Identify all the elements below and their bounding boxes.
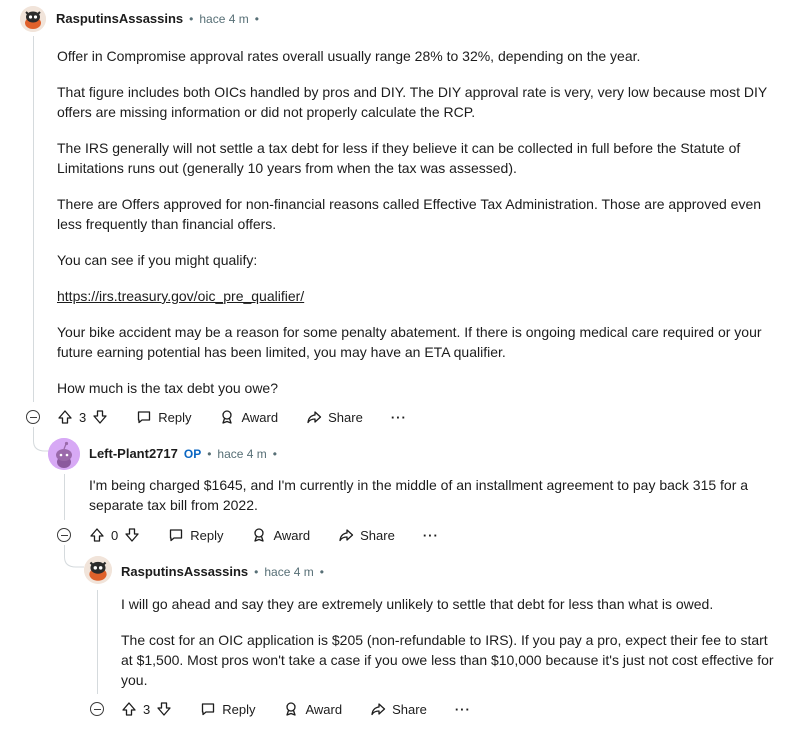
vote-count: 0 [111, 527, 119, 543]
downvote-button[interactable] [92, 409, 108, 425]
comment-paragraph: The IRS generally will not settle a tax … [57, 140, 741, 176]
comment-bubble-icon [202, 703, 215, 716]
reply-label: Reply [222, 701, 256, 717]
upvote-button[interactable] [89, 527, 105, 543]
comment-timestamp[interactable]: hace 4 m [217, 447, 266, 461]
comment-paragraph: You can see if you might qualify: [57, 252, 258, 268]
share-button[interactable]: Share [306, 409, 363, 425]
comment-body: I will go ahead and say they are extreme… [121, 594, 776, 690]
comment-author[interactable]: RasputinsAssassins [56, 11, 183, 26]
meta-separator: • [189, 11, 194, 26]
meta-separator: • [319, 564, 324, 579]
snoo-avatar-icon [48, 438, 80, 470]
downvote-icon [125, 528, 139, 542]
comment-author[interactable]: Left-Plant2717 [89, 446, 178, 461]
award-icon [286, 702, 297, 716]
thread-connector [64, 545, 84, 568]
downvote-icon [93, 410, 107, 424]
comment-actions: 3 Reply Award Share ··· [121, 699, 471, 719]
collapse-thread-button[interactable] [90, 702, 104, 716]
award-icon [222, 410, 233, 424]
award-button[interactable]: Award [283, 701, 342, 717]
comment-paragraph: How much is the tax debt you owe? [57, 380, 279, 396]
upvote-icon [58, 410, 72, 424]
snoo-avatar-icon [84, 556, 112, 584]
upvote-button[interactable] [121, 701, 137, 717]
meta-separator: • [207, 446, 212, 461]
comment-bubble-icon [138, 411, 151, 424]
share-button[interactable]: Share [370, 701, 427, 717]
award-button[interactable]: Award [219, 409, 278, 425]
comment-timestamp[interactable]: hace 4 m [199, 12, 248, 26]
share-label: Share [328, 409, 363, 425]
share-icon [307, 411, 322, 424]
reply-button[interactable]: Reply [168, 527, 223, 543]
more-options-button[interactable]: ··· [455, 702, 471, 717]
reply-button[interactable]: Reply [200, 701, 255, 717]
downvote-button[interactable] [124, 527, 140, 543]
upvote-icon [90, 528, 104, 542]
comment-paragraph: The cost for an OIC application is $205 … [121, 632, 774, 688]
comment-paragraph: Offer in Compromise approval rates overa… [57, 48, 641, 64]
share-icon [371, 703, 386, 716]
comment-paragraph: I will go ahead and say they are extreme… [121, 596, 714, 612]
award-label: Award [273, 527, 311, 543]
comment-body: Offer in Compromise approval rates overa… [57, 46, 782, 398]
meta-separator: • [254, 11, 259, 26]
comment-author[interactable]: RasputinsAssassins [121, 564, 248, 579]
downvote-button[interactable] [156, 701, 172, 717]
snoo-avatar-icon [20, 6, 46, 32]
qualifier-link[interactable]: https://irs.treasury.gov/oic_pre_qualifi… [57, 288, 304, 304]
thread-line[interactable] [64, 474, 65, 520]
more-options-button[interactable]: ··· [391, 410, 407, 425]
award-label: Award [241, 409, 279, 425]
comment-actions: 3 Reply Award Share ··· [57, 407, 407, 427]
meta-separator: • [272, 446, 277, 461]
downvote-icon [157, 702, 171, 716]
collapse-thread-button[interactable] [26, 410, 40, 424]
thread-line[interactable] [33, 36, 34, 402]
avatar[interactable] [48, 438, 80, 470]
reply-button[interactable]: Reply [136, 409, 191, 425]
share-label: Share [360, 527, 395, 543]
comment-paragraph: Your bike accident may be a reason for s… [57, 324, 762, 360]
comment-bubble-icon [170, 529, 183, 542]
collapse-thread-button[interactable] [57, 528, 71, 542]
more-options-button[interactable]: ··· [423, 528, 439, 543]
comment-paragraph: There are Offers approved for non-financ… [57, 196, 762, 232]
op-badge: OP [183, 446, 202, 461]
vote-count: 3 [143, 701, 151, 717]
avatar[interactable] [84, 556, 112, 584]
comment-paragraph: That figure includes both OICs handled b… [57, 84, 767, 120]
award-icon [254, 528, 265, 542]
upvote-icon [122, 702, 136, 716]
upvote-button[interactable] [57, 409, 73, 425]
avatar[interactable] [20, 6, 46, 32]
award-label: Award [305, 701, 343, 717]
share-label: Share [392, 701, 427, 717]
meta-separator: • [254, 564, 259, 579]
thread-line[interactable] [97, 590, 98, 694]
comment-paragraph: I'm being charged $1645, and I'm current… [89, 477, 749, 513]
reply-label: Reply [158, 409, 192, 425]
comment-timestamp[interactable]: hace 4 m [264, 565, 313, 579]
vote-count: 3 [79, 409, 87, 425]
award-button[interactable]: Award [251, 527, 310, 543]
comment-actions: 0 Reply Award Share ··· [89, 525, 439, 545]
share-button[interactable]: Share [338, 527, 395, 543]
share-icon [339, 529, 354, 542]
comment-body: I'm being charged $1645, and I'm current… [89, 475, 779, 515]
reply-label: Reply [190, 527, 224, 543]
